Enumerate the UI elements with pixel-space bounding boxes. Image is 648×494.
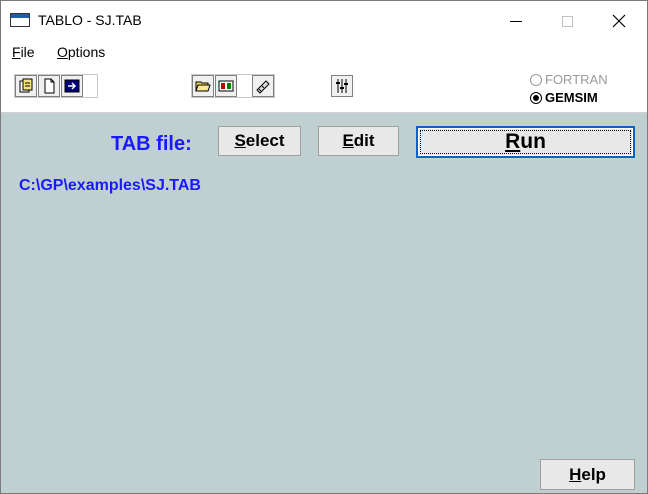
title-bar[interactable]: TABLO - SJ.TAB: [1, 1, 647, 41]
gemsim-radio-circle: [530, 91, 542, 104]
settings-button[interactable]: [331, 75, 353, 97]
menu-options[interactable]: Options: [57, 44, 105, 60]
menu-options-rest: ptions: [67, 44, 106, 60]
run-icon: [64, 79, 80, 93]
menu-file[interactable]: File: [12, 44, 35, 60]
tools-icon: [256, 80, 270, 94]
main-panel: TAB file: Select Edit Run C:\GP\examples…: [1, 113, 647, 493]
select-button[interactable]: Select: [218, 126, 301, 156]
open-folder-icon: [195, 81, 211, 92]
select-rest: elect: [245, 131, 285, 150]
settings-sliders-icon: [336, 79, 348, 93]
menu-options-accel: O: [57, 44, 68, 60]
tools-button[interactable]: [252, 75, 274, 97]
run-rest: un: [520, 130, 546, 153]
menu-bar: File Options: [1, 41, 647, 65]
menu-file-accel: F: [12, 44, 21, 60]
tab-file-label: TAB file:: [111, 133, 192, 155]
new-document-icon: [44, 78, 55, 94]
fortran-label: FORTRAN: [545, 72, 608, 87]
edit-button[interactable]: Edit: [318, 126, 399, 156]
menu-file-rest: ile: [20, 44, 35, 60]
gemsim-label: GEMSIM: [545, 90, 598, 105]
tab-file-path: C:\GP\examples\SJ.TAB: [19, 177, 201, 194]
new-project-button[interactable]: [15, 75, 37, 97]
maximize-button[interactable]: [544, 1, 590, 41]
app-icon: [10, 13, 30, 27]
edit-accel: E: [342, 131, 354, 150]
help-accel: H: [569, 464, 582, 484]
toolbar: FORTRAN GEMSIM: [1, 65, 647, 113]
help-button[interactable]: Help: [540, 459, 635, 490]
app-window: TABLO - SJ.TAB File Options FORTRAN GEMS…: [0, 0, 648, 494]
minimize-icon: [510, 20, 522, 22]
view-icon: [218, 80, 234, 92]
run-accel: R: [505, 130, 521, 153]
new-document-button[interactable]: [38, 75, 60, 97]
gemsim-radio[interactable]: GEMSIM: [530, 90, 598, 105]
select-accel: S: [234, 131, 246, 150]
window-title: TABLO - SJ.TAB: [38, 12, 142, 28]
edit-rest: dit: [353, 131, 375, 150]
view-button[interactable]: [215, 75, 237, 97]
new-project-icon: [19, 78, 33, 93]
maximize-icon: [561, 15, 573, 27]
help-rest: elp: [581, 464, 606, 484]
run-button[interactable]: Run: [416, 126, 635, 158]
open-folder-button[interactable]: [192, 75, 214, 97]
fortran-radio-circle: [530, 73, 542, 86]
close-button[interactable]: [596, 1, 642, 41]
minimize-button[interactable]: [493, 1, 539, 41]
run-toolbar-button[interactable]: [61, 75, 83, 97]
fortran-radio[interactable]: FORTRAN: [530, 72, 608, 87]
close-icon: [612, 14, 626, 28]
